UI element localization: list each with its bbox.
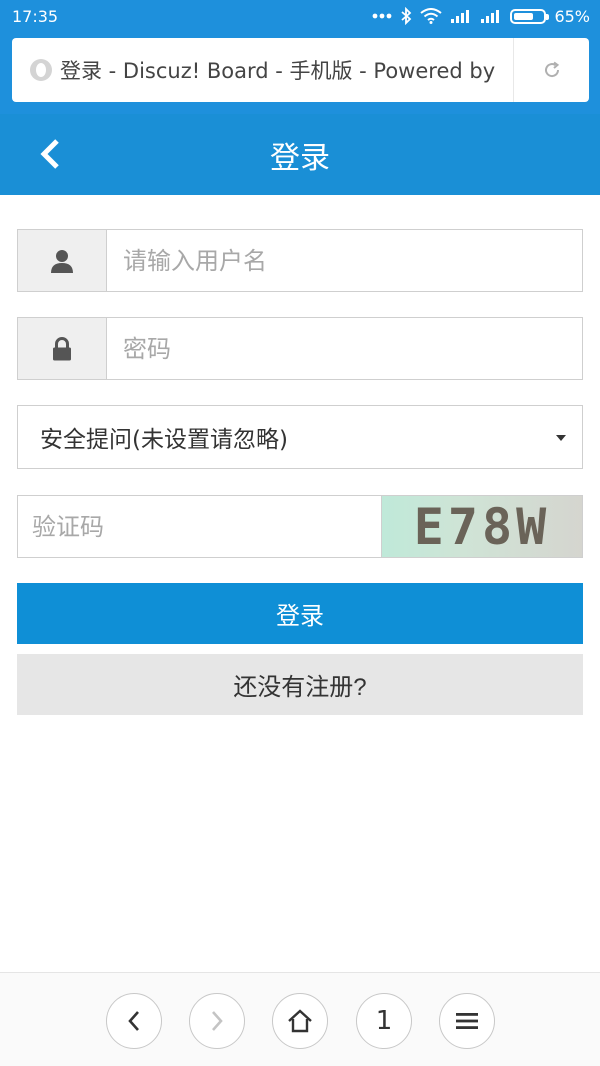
user-icon-box (18, 230, 107, 291)
page-title-text[interactable]: 登录 - Discuz! Board - 手机版 - Powered by (60, 55, 513, 85)
password-input[interactable] (107, 318, 582, 379)
login-button[interactable]: 登录 (17, 583, 583, 644)
battery-icon (510, 8, 550, 24)
captcha-image[interactable]: E78W (381, 496, 582, 557)
wifi-icon (420, 8, 443, 24)
nav-home-button[interactable] (272, 993, 328, 1049)
status-icons: 65% (372, 7, 590, 26)
signal-icon-2 (481, 10, 500, 23)
page-title: 登录 (270, 140, 330, 176)
nav-tabs-button[interactable]: 1 (356, 993, 412, 1049)
home-icon (288, 1009, 312, 1033)
security-question-value: 安全提问(未设置请忽略) (40, 427, 288, 453)
chevron-left-icon (128, 1011, 139, 1031)
browser-toolbar: 登录 - Discuz! Board - 手机版 - Powered by (0, 32, 600, 114)
reload-button[interactable] (513, 38, 589, 102)
username-field (17, 229, 583, 292)
captcha-text: E78W (413, 497, 551, 556)
nav-forward-button[interactable] (189, 993, 245, 1049)
bluetooth-icon (401, 7, 412, 25)
user-icon (51, 249, 73, 273)
dropdown-caret-icon (556, 435, 566, 441)
tab-count: 1 (375, 1006, 393, 1036)
nav-menu-button[interactable] (439, 993, 495, 1049)
battery-fill (514, 12, 533, 20)
back-button[interactable] (30, 134, 70, 174)
captcha-input[interactable] (18, 496, 381, 557)
username-input[interactable] (107, 230, 582, 291)
lock-icon-box (18, 318, 107, 379)
lock-icon (53, 336, 71, 360)
status-time: 17:35 (12, 6, 59, 26)
nav-back-button[interactable] (106, 993, 162, 1049)
security-question-select[interactable]: 安全提问(未设置请忽略) (17, 405, 583, 469)
more-dots-icon (373, 13, 392, 19)
status-bar: 17:35 65% (0, 0, 600, 32)
browser-bottom-nav: 1 (0, 972, 600, 1066)
address-bar[interactable]: 登录 - Discuz! Board - 手机版 - Powered by (12, 38, 589, 102)
battery-label: 65% (554, 6, 590, 26)
register-button[interactable]: 还没有注册? (17, 654, 583, 715)
page-header: 登录 (0, 114, 600, 195)
reload-icon (544, 61, 559, 78)
signal-icon (451, 10, 470, 23)
password-field (17, 317, 583, 380)
captcha-field: E78W (17, 495, 583, 558)
chevron-left-icon (40, 139, 59, 169)
chevron-right-icon (212, 1011, 223, 1031)
menu-icon (456, 1013, 478, 1029)
page-favicon-icon (30, 59, 52, 81)
